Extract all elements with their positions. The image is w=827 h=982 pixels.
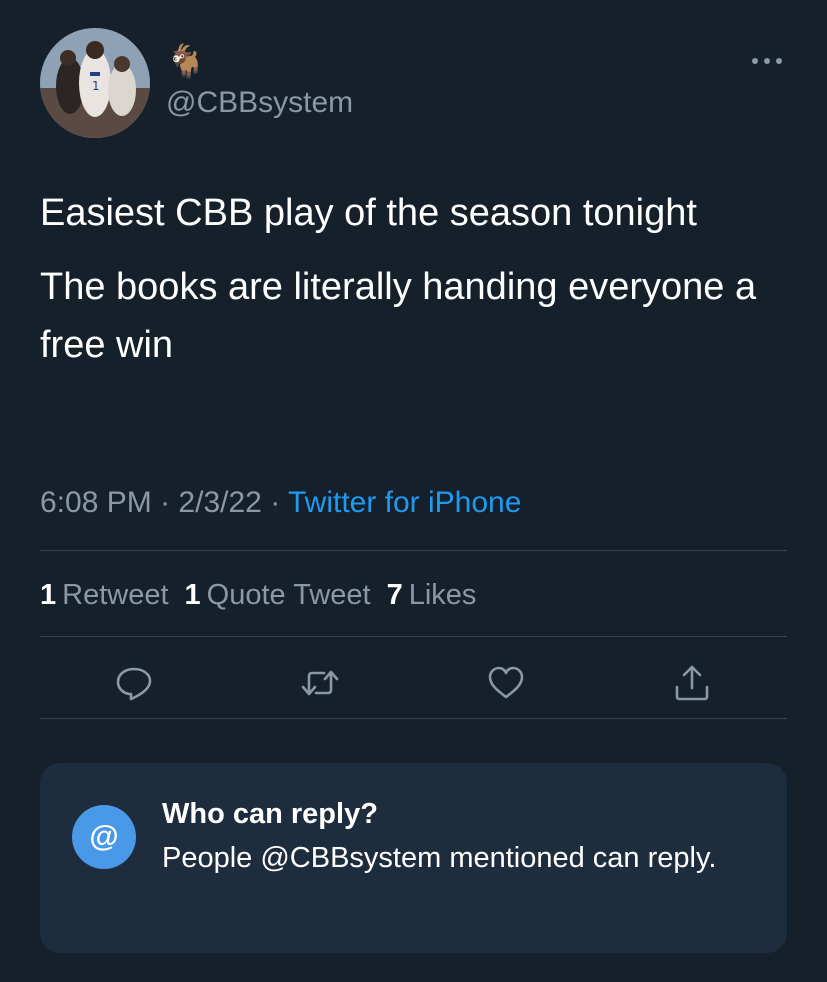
- user-handle[interactable]: @CBBsystem: [166, 86, 353, 120]
- likes-count: 7: [386, 579, 403, 611]
- reply-icon[interactable]: [114, 663, 154, 703]
- tweet-paragraph: The books are literally handing everyone…: [40, 266, 757, 366]
- tweet-paragraph: Easiest CBB play of the season tonight: [40, 192, 697, 234]
- tweet-date[interactable]: 2/3/22: [178, 486, 261, 519]
- heart-icon[interactable]: [486, 663, 526, 703]
- retweets-count: 1: [40, 579, 57, 611]
- retweets-stat[interactable]: 1 Retweet: [40, 579, 169, 611]
- likes-label: Likes: [408, 579, 477, 611]
- mention-icon: @: [72, 805, 136, 869]
- reply-settings-description: People @CBBsystem mentioned can reply.: [162, 842, 717, 874]
- quote-tweets-stat[interactable]: 1 Quote Tweet: [185, 579, 371, 611]
- tweet-header: 1 🐐 @CBBsystem: [40, 28, 787, 138]
- divider: [40, 636, 787, 637]
- tweet-text: Easiest CBB play of the season tonight T…: [40, 184, 787, 390]
- avatar-photo: 1: [40, 28, 150, 138]
- meta-separator: ·: [270, 486, 281, 519]
- display-name[interactable]: 🐐: [166, 44, 206, 78]
- retweet-icon[interactable]: [300, 663, 340, 703]
- divider: [40, 718, 787, 719]
- quote-tweets-label: Quote Tweet: [206, 579, 371, 611]
- meta-separator: ·: [160, 486, 171, 519]
- tweet-time[interactable]: 6:08 PM: [40, 486, 152, 519]
- divider: [40, 550, 787, 551]
- tweet-source-link[interactable]: Twitter for iPhone: [288, 486, 521, 519]
- tweet-metadata: 6:08 PM · 2/3/22 · Twitter for iPhone: [40, 484, 521, 522]
- reply-settings-title: Who can reply?: [162, 798, 378, 830]
- retweets-label: Retweet: [62, 579, 169, 611]
- quote-tweets-count: 1: [184, 579, 201, 611]
- reply-settings-panel: @ Who can reply? People @CBBsystem menti…: [40, 763, 787, 953]
- likes-stat[interactable]: 7 Likes: [387, 579, 477, 611]
- avatar[interactable]: 1: [40, 28, 150, 138]
- svg-text:1: 1: [92, 79, 100, 93]
- engagement-stats: 1 Retweet 1 Quote Tweet 7 Likes: [40, 576, 492, 614]
- action-bar: [40, 655, 787, 711]
- share-icon[interactable]: [672, 663, 712, 703]
- more-options-icon[interactable]: [749, 50, 785, 72]
